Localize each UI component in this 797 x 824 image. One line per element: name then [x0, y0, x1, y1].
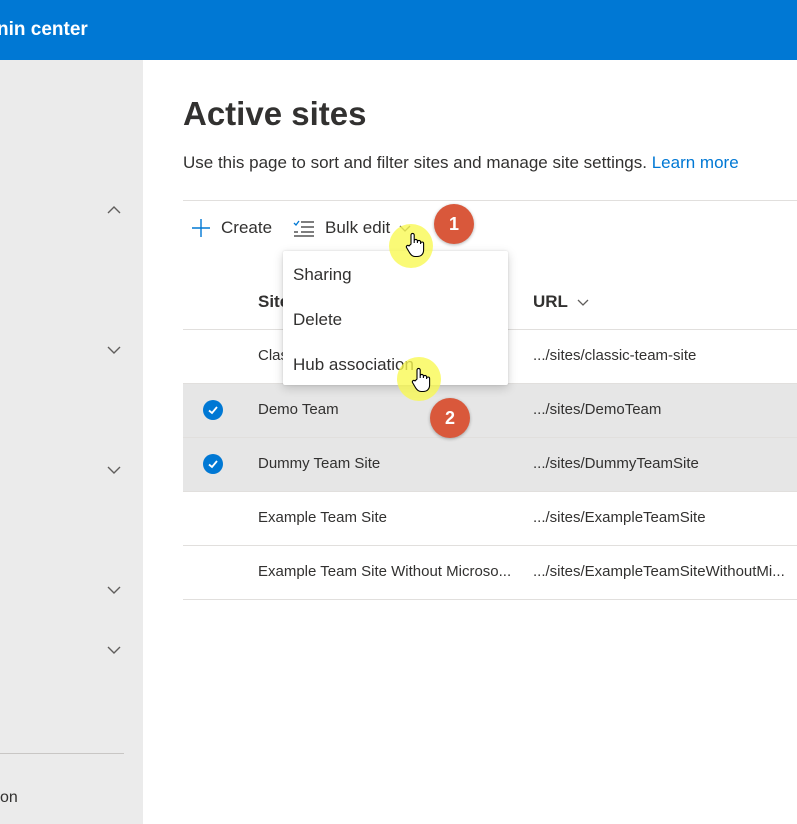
menu-item-sharing[interactable]: Sharing [293, 265, 352, 285]
url-cell: .../sites/ExampleTeamSiteWithoutMi... [533, 563, 785, 580]
main-content: Active sites Use this page to sort and f… [143, 60, 797, 824]
url-cell: .../sites/DemoTeam [533, 401, 662, 418]
step-badge-1: 1 [434, 204, 474, 244]
table-row[interactable]: Example Team Site Without Microso... ...… [183, 546, 797, 600]
create-button[interactable]: Create [191, 212, 272, 244]
site-name-cell[interactable]: Example Team Site Without Microso... [258, 563, 513, 580]
bulk-edit-menu: Sharing Delete Hub association [283, 251, 508, 385]
table-row[interactable]: Demo Team .../sites/DemoTeam [183, 384, 797, 438]
step-badge-2: 2 [430, 398, 470, 438]
hand-cursor-icon [411, 367, 431, 393]
create-label: Create [221, 218, 273, 237]
chevron-up-icon[interactable] [105, 201, 123, 219]
page-description: Use this page to sort and filter sites a… [183, 153, 739, 173]
hand-cursor-icon [405, 232, 425, 258]
site-name-cell[interactable]: Dummy Team Site [258, 455, 513, 472]
site-name-cell[interactable]: Demo Team [258, 401, 513, 418]
step-number: 2 [444, 407, 455, 428]
nav-divider [0, 753, 124, 754]
app-title: nin center [0, 19, 88, 40]
column-header-label: URL [533, 292, 568, 311]
url-cell: .../sites/classic-team-site [533, 347, 697, 364]
column-header-url[interactable]: URL [533, 292, 590, 312]
top-bar: nin center [0, 0, 797, 60]
menu-item-hub-association[interactable]: Hub association [293, 355, 414, 375]
url-cell: .../sites/DummyTeamSite [533, 455, 699, 472]
nav-bottom-item[interactable]: on [0, 789, 18, 807]
left-nav: on [0, 60, 143, 824]
plus-icon [191, 218, 211, 238]
bulk-edit-icon [293, 218, 315, 238]
chevron-down-icon [576, 295, 590, 309]
table-row[interactable]: Example Team Site .../sites/ExampleTeamS… [183, 492, 797, 546]
learn-more-link[interactable]: Learn more [652, 153, 739, 172]
checkmark-icon[interactable] [203, 400, 223, 420]
chevron-down-icon[interactable] [105, 461, 123, 479]
chevron-down-icon[interactable] [105, 341, 123, 359]
chevron-down-icon[interactable] [105, 581, 123, 599]
checkmark-icon[interactable] [203, 454, 223, 474]
step-number: 1 [448, 213, 459, 234]
url-cell: .../sites/ExampleTeamSite [533, 509, 706, 526]
menu-item-delete[interactable]: Delete [293, 310, 342, 330]
table-row[interactable]: Dummy Team Site .../sites/DummyTeamSite [183, 438, 797, 492]
site-name-cell[interactable]: Example Team Site [258, 509, 513, 526]
description-text: Use this page to sort and filter sites a… [183, 153, 647, 172]
chevron-down-icon[interactable] [105, 641, 123, 659]
bulk-edit-label: Bulk edit [325, 218, 391, 237]
command-bar-divider [183, 200, 797, 201]
page-title: Active sites [183, 95, 367, 132]
